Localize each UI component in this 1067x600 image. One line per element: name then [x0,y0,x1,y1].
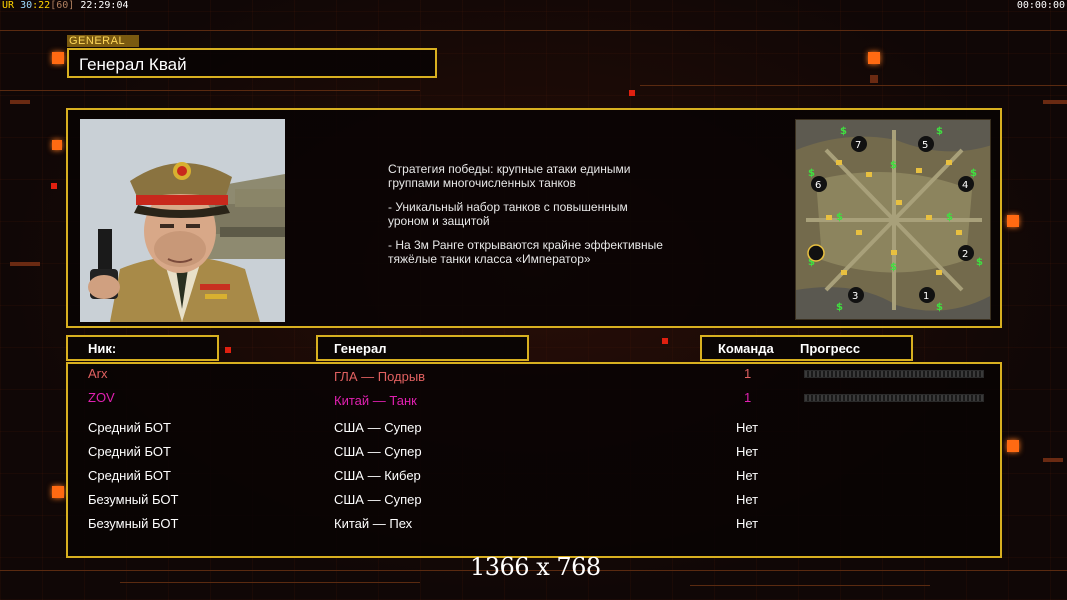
column-header-general: Генерал [316,335,529,361]
deco-square [10,100,30,104]
svg-text:$: $ [808,168,815,179]
deco-square [1007,440,1019,452]
player-row[interactable]: ZOV Китай — Танк 1 [68,390,1000,410]
player-nick: ZOV [88,390,115,405]
player-row[interactable]: Безумный БОТ Китай — Пех Нет [68,510,1000,531]
player-nick: Безумный БОТ [88,516,179,531]
ur-label: UR [2,0,15,11]
deco-square [225,347,231,353]
player-row[interactable]: Безумный БОТ США — Супер Нет [68,486,1000,507]
svg-text:$: $ [890,262,897,273]
deco-line [0,30,1067,31]
player-nick: Безумный БОТ [88,492,179,507]
deco-square [52,140,62,150]
start-position-label: 7 [855,140,861,151]
players-list: Arx ГЛА — Подрыв 1 ZOV Китай — Танк 1 Средний … [66,362,1002,558]
deco-square [870,75,878,83]
general-portrait [80,119,285,322]
resolution-label: 1366 x 768 [470,553,601,581]
player-general: США — Кибер [334,468,421,483]
description-strategy: Стратегия победы: крупные атаки едиными … [388,162,631,190]
player-row[interactable]: Средний БОТ США — Супер Нет [68,414,1000,435]
svg-text:$: $ [970,168,977,179]
start-position-label: 6 [815,180,821,191]
player-row[interactable]: Arx ГЛА — Подрыв 1 [68,366,1000,386]
general-name: Генерал Квай [79,55,187,74]
start-position-label: 2 [962,249,968,260]
deco-square [1007,215,1019,227]
deco-square [1043,100,1067,104]
deco-square [1043,458,1063,462]
frame-value: [60] [50,0,75,11]
deco-square [868,52,880,64]
svg-text:$: $ [936,126,943,137]
svg-text:$: $ [946,212,953,223]
player-team: 1 [744,390,752,405]
deco-square [629,90,635,96]
player-team: Нет [736,492,759,507]
general-description: Стратегия победы: крупные атаки едиными … [388,162,718,276]
deco-line [120,582,420,583]
deco-square [51,183,57,189]
section-tag: GENERAL [67,35,139,47]
deco-square [52,486,64,498]
player-general: США — Супер [334,444,422,459]
start-position-label: 5 [922,140,928,151]
player-team: 1 [744,366,752,381]
player-general: Китай — Пех [334,516,413,531]
start-position-label: 3 [852,291,858,302]
svg-text:$: $ [836,302,843,313]
player-general: США — Супер [334,420,422,435]
fps-value: 30 [20,0,33,11]
deco-line [0,90,420,91]
fps-counter: UR 30:22[60] 22:29:04 [2,0,129,11]
player-progress-bar [804,394,984,402]
deco-line [640,85,1067,86]
description-bullet-2: - На 3м Ранге открываются крайне эффекти… [388,238,663,266]
svg-text:$: $ [836,212,843,223]
player-progress-bar [804,370,984,378]
player-general: ГЛА — Подрыв [334,369,426,384]
deco-square [10,262,40,266]
column-nick-label: Ник: [88,341,117,356]
map-preview: $ $ $ $ $ $ $ $ $ $ $ $ 7 5 6 4 2 3 1 [795,119,991,320]
player-nick: Средний БОТ [88,420,171,435]
fps-value-2: 22 [38,0,51,11]
player-general: Китай — Танк [334,393,417,408]
player-row[interactable]: Средний БОТ США — Кибер Нет [68,462,1000,483]
deco-square [52,52,64,64]
column-team-label: Команда [718,341,774,356]
player-team: Нет [736,468,759,483]
general-portrait-image [80,119,285,322]
deco-square [662,338,668,344]
player-nick: Arx [88,366,108,381]
svg-text:$: $ [840,126,847,137]
column-header-nick: Ник: [66,335,219,361]
player-team: Нет [736,444,759,459]
svg-text:$: $ [976,257,983,268]
svg-text:$: $ [890,160,897,171]
player-row[interactable]: Средний БОТ США — Супер Нет [68,438,1000,459]
column-progress-label: Прогресс [800,341,861,356]
map-preview-image: $ $ $$$ $ $ $$ $ $ $ 7 5 6 4 2 3 1 [796,120,990,319]
player-nick: Средний БОТ [88,468,171,483]
player-team: Нет [736,516,759,531]
svg-text:$: $ [936,302,943,313]
player-general: США — Супер [334,492,422,507]
deco-line [690,585,930,586]
general-info-panel: Стратегия победы: крупные атаки едиными … [66,108,1002,328]
column-general-label: Генерал [334,341,387,356]
start-position-label: 4 [962,180,968,191]
general-title-panel: Генерал Квай [67,48,437,78]
description-bullet-1: - Уникальный набор танков с повышенным у… [388,200,628,228]
clock: 22:29:04 [80,0,129,11]
player-team: Нет [736,420,759,435]
start-position-label: 1 [923,291,929,302]
player-nick: Средний БОТ [88,444,171,459]
column-header-team-progress: Команда Прогресс [700,335,913,361]
game-timer: 00:00:00 [1016,0,1065,11]
